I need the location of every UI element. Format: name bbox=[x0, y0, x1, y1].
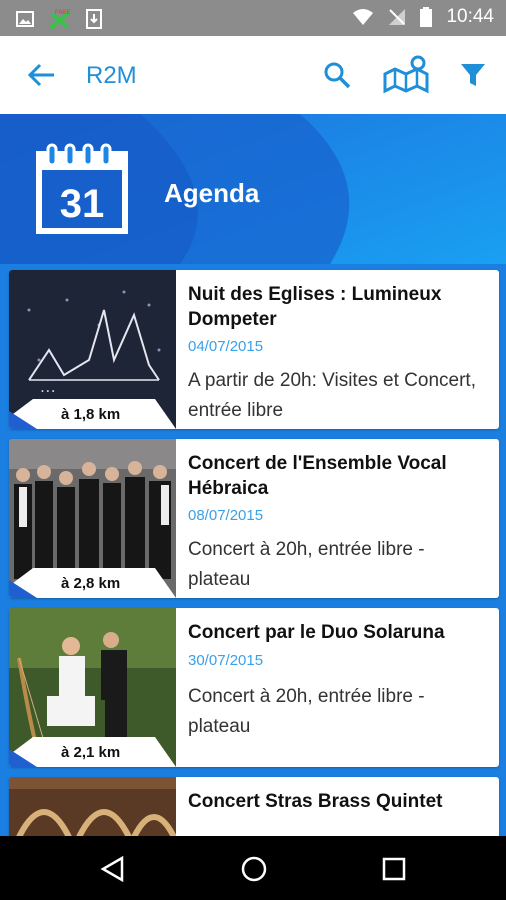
download-icon bbox=[86, 9, 102, 29]
no-signal-icon bbox=[389, 9, 406, 25]
nav-back-icon[interactable] bbox=[100, 856, 126, 882]
event-image bbox=[9, 777, 176, 836]
status-time: 10:44 bbox=[446, 6, 494, 27]
agenda-banner: 31 Agenda bbox=[0, 114, 506, 264]
event-date: 08/07/2015 bbox=[188, 507, 264, 524]
search-icon[interactable] bbox=[322, 60, 352, 90]
event-description: Concert à 20h, entrée libre - plateau bbox=[188, 686, 425, 737]
distance-label: à 1,8 km bbox=[61, 406, 121, 423]
event-description: A partir de 20h: Visites et Concert, ent… bbox=[188, 370, 476, 421]
status-bar: FAKE 10:44 bbox=[0, 0, 506, 36]
calendar-icon: 31 bbox=[36, 143, 128, 234]
event-card[interactable]: … à 1,8 km Nuit des Eglises : Lumineux D… bbox=[9, 270, 499, 429]
app-title: R2M bbox=[86, 62, 137, 89]
battery-icon bbox=[420, 7, 433, 27]
event-title: Concert Stras Brass Quintet bbox=[188, 791, 443, 812]
nav-recents-icon[interactable] bbox=[382, 857, 406, 881]
image-notification-icon bbox=[16, 11, 34, 27]
event-card[interactable]: Concert Stras Brass Quintet bbox=[9, 777, 499, 836]
map-icon[interactable] bbox=[382, 54, 430, 94]
event-list[interactable]: … à 1,8 km Nuit des Eglises : Lumineux D… bbox=[0, 264, 506, 836]
event-date: 04/07/2015 bbox=[188, 338, 264, 355]
event-card[interactable]: à 2,8 km Concert de l'Ensemble Vocal Héb… bbox=[9, 439, 499, 598]
event-date: 30/07/2015 bbox=[188, 652, 264, 669]
calendar-day: 31 bbox=[60, 182, 105, 226]
app-bar: R2M bbox=[0, 36, 506, 114]
wifi-icon bbox=[353, 9, 374, 25]
event-title: Concert par le Duo Solaruna bbox=[188, 622, 445, 643]
fake-gps-icon: FAKE bbox=[49, 10, 70, 30]
distance-label: à 2,8 km bbox=[61, 575, 121, 592]
filter-icon[interactable] bbox=[460, 62, 486, 88]
svg-text:…: … bbox=[41, 379, 55, 396]
distance-label: à 2,1 km bbox=[61, 744, 121, 761]
nav-home-icon[interactable] bbox=[240, 855, 268, 883]
event-description: Concert à 20h, entrée libre - plateau bbox=[188, 539, 425, 590]
event-title: Nuit des Eglises : Lumineux Dompeter bbox=[188, 284, 442, 330]
event-card[interactable]: à 2,1 km Concert par le Duo Solaruna 30/… bbox=[9, 608, 499, 767]
svg-text:FAKE: FAKE bbox=[55, 10, 70, 16]
navigation-bar bbox=[0, 836, 506, 900]
back-arrow-icon[interactable] bbox=[24, 58, 58, 92]
page-title: Agenda bbox=[164, 178, 260, 208]
event-title: Concert de l'Ensemble Vocal Hébraica bbox=[188, 453, 447, 499]
